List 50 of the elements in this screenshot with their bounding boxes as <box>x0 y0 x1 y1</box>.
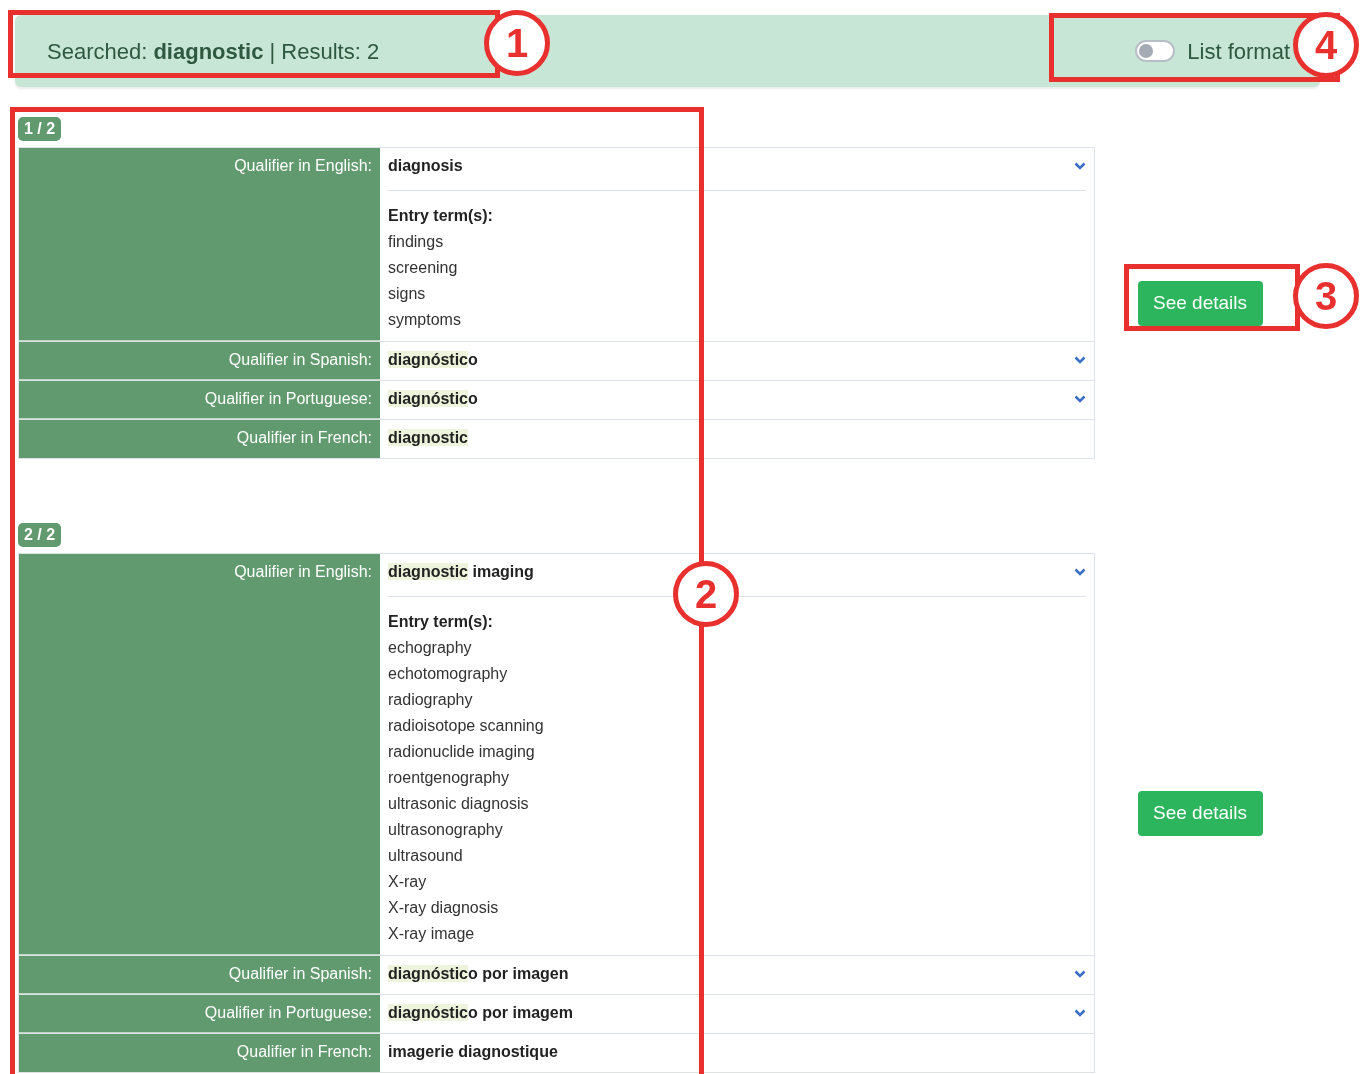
entry-term: radionuclide imaging <box>388 742 536 762</box>
search-summary: Searched: diagnostic | Results: 2 <box>47 37 380 66</box>
field-value: diagnóstico por imagen <box>388 964 569 984</box>
callout-number: 3 <box>1293 263 1359 329</box>
entry-term: screening <box>388 258 459 278</box>
entry-term: ultrasonic diagnosis <box>388 794 530 814</box>
entry-term: X-ray image <box>388 924 476 944</box>
entry-term: ultrasonography <box>388 820 504 840</box>
entry-terms-heading: Entry term(s): <box>388 206 494 226</box>
chevron-down-icon[interactable] <box>1074 1009 1086 1017</box>
result-badge: 1 / 2 <box>18 117 62 141</box>
chevron-down-icon[interactable] <box>1074 356 1086 364</box>
field-label: Qualifier in Portuguese: <box>19 381 380 419</box>
callout-number: 4 <box>1293 12 1359 78</box>
field-value: diagnóstico <box>388 389 478 409</box>
field-label: Qualifier in English: <box>19 554 380 955</box>
field-label: Qualifier in English: <box>19 148 380 341</box>
field-label: Qualifier in Spanish: <box>19 342 380 380</box>
field-value: imagerie diagnostique <box>388 1042 558 1062</box>
field-value: diagnóstico por imagem <box>388 1003 573 1023</box>
see-details-button[interactable]: See details <box>1137 790 1263 836</box>
field-label: Qualifier in French: <box>19 1034 380 1072</box>
entry-terms-heading: Entry term(s): <box>388 612 494 632</box>
entry-term: radiography <box>388 690 474 710</box>
chevron-down-icon[interactable] <box>1074 568 1086 576</box>
entry-term: findings <box>388 232 445 252</box>
entry-term: X-ray diagnosis <box>388 898 500 918</box>
see-details-button[interactable]: See details <box>1137 280 1263 326</box>
field-label: Qualifier in Spanish: <box>19 956 380 994</box>
entry-term: radioisotope scanning <box>388 716 545 736</box>
field-value: diagnostic <box>388 428 468 448</box>
entry-term: symptoms <box>388 310 462 330</box>
list-format-toggle[interactable] <box>1135 40 1176 62</box>
chevron-down-icon[interactable] <box>1074 970 1086 978</box>
toggle-label: List format <box>1187 37 1290 66</box>
field-label: Qualifier in Portuguese: <box>19 995 380 1033</box>
entry-term: roentgenography <box>388 768 510 788</box>
entry-term: echography <box>388 638 473 658</box>
result-badge: 2 / 2 <box>18 523 62 547</box>
field-label: Qualifier in French: <box>19 420 380 458</box>
entry-term: echotomography <box>388 664 509 684</box>
entry-term: ultrasound <box>388 846 464 866</box>
chevron-down-icon[interactable] <box>1074 162 1086 170</box>
entry-term: X-ray <box>388 872 428 892</box>
field-value: diagnostic imaging <box>388 562 534 582</box>
field-value: diagnóstico <box>388 350 478 370</box>
entry-term: signs <box>388 284 427 304</box>
field-value: diagnosis <box>388 156 463 176</box>
chevron-down-icon[interactable] <box>1074 395 1086 403</box>
callout-number: 2 <box>673 561 739 627</box>
